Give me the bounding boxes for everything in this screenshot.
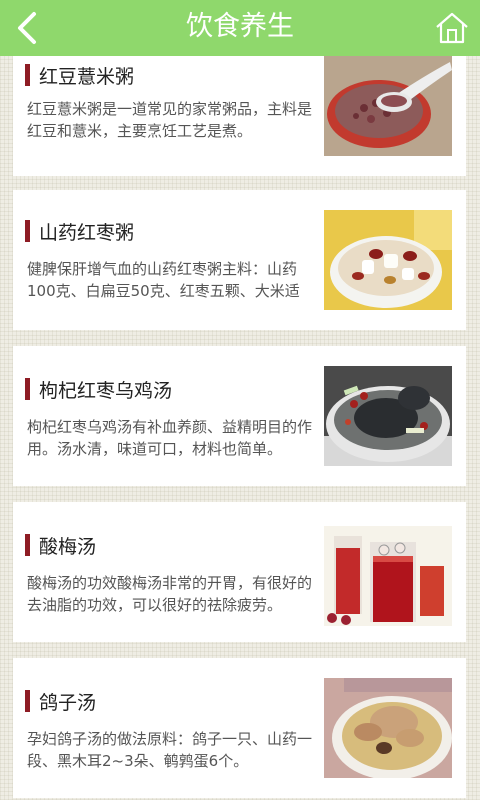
list-item[interactable]: 鸽子汤 孕妇鸽子汤的做法原料：鸽子一只、山药一段、黑木耳2~3朵、鹌鹑蛋6个。 <box>13 658 466 798</box>
list-item-description: 红豆薏米粥是一道常见的家常粥品，主料是红豆和薏米，主要烹饪工艺是煮。 <box>27 100 313 140</box>
list-item-title: 山药红枣粥 <box>39 222 135 244</box>
home-icon <box>436 12 468 44</box>
recipe-list: 红豆薏米粥 红豆薏米粥是一道常见的家常粥品，主料是红豆和薏米，主要烹饪工艺是煮。… <box>0 0 480 800</box>
title-marker <box>25 220 30 242</box>
list-item-description: 枸杞红枣乌鸡汤有补血养颜、益精明目的作用。汤水清，味道可口，材料也简单。 <box>27 418 313 458</box>
list-item-title: 红豆薏米粥 <box>39 66 135 88</box>
title-marker <box>25 534 30 556</box>
app-header: 饮食养生 <box>0 0 480 56</box>
back-button[interactable] <box>8 8 52 48</box>
title-marker <box>25 64 30 86</box>
list-item-title: 酸梅汤 <box>39 536 97 558</box>
list-item[interactable]: 酸梅汤 酸梅汤的功效酸梅汤非常的开胃，有很好的去油脂的功效，可以很好的祛除疲劳。 <box>13 502 466 642</box>
list-item-title: 鸽子汤 <box>39 692 97 714</box>
list-item-title: 枸杞红枣乌鸡汤 <box>39 380 173 402</box>
page-title: 饮食养生 <box>186 11 294 42</box>
list-item-description: 孕妇鸽子汤的做法原料：鸽子一只、山药一段、黑木耳2~3朵、鹌鹑蛋6个。 <box>27 730 313 770</box>
back-arrow-icon <box>18 12 36 44</box>
list-item-description: 酸梅汤的功效酸梅汤非常的开胃，有很好的去油脂的功效，可以很好的祛除疲劳。 <box>27 574 313 614</box>
silkie-chicken-soup-image <box>324 366 452 466</box>
title-marker <box>25 690 30 712</box>
red-bean-porridge-image <box>324 56 452 156</box>
yam-jujube-porridge-image <box>324 210 452 310</box>
list-item[interactable]: 山药红枣粥 健脾保肝增气血的山药红枣粥主料：山药100克、白扁豆50克、红枣五颗… <box>13 190 466 330</box>
sour-plum-drink-image <box>324 526 452 626</box>
home-button[interactable] <box>434 10 470 46</box>
pigeon-soup-image <box>324 678 452 778</box>
list-item[interactable]: 枸杞红枣乌鸡汤 枸杞红枣乌鸡汤有补血养颜、益精明目的作用。汤水清，味道可口，材料… <box>13 346 466 486</box>
title-marker <box>25 378 30 400</box>
list-item-description: 健脾保肝增气血的山药红枣粥主料：山药100克、白扁豆50克、红枣五颗、大米适量。 <box>27 260 300 300</box>
